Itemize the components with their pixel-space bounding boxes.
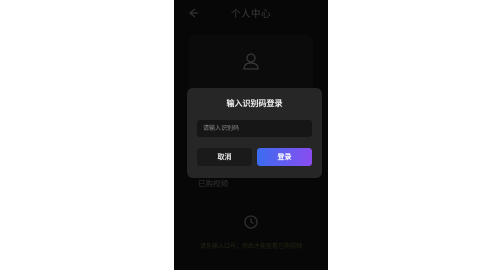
code-input[interactable] (197, 120, 312, 137)
login-button[interactable]: 登录 (257, 148, 312, 166)
cancel-button[interactable]: 取消 (197, 148, 252, 166)
login-modal: 输入识别码登录 取消 登录 (187, 88, 322, 178)
modal-title: 输入识别码登录 (226, 99, 283, 108)
